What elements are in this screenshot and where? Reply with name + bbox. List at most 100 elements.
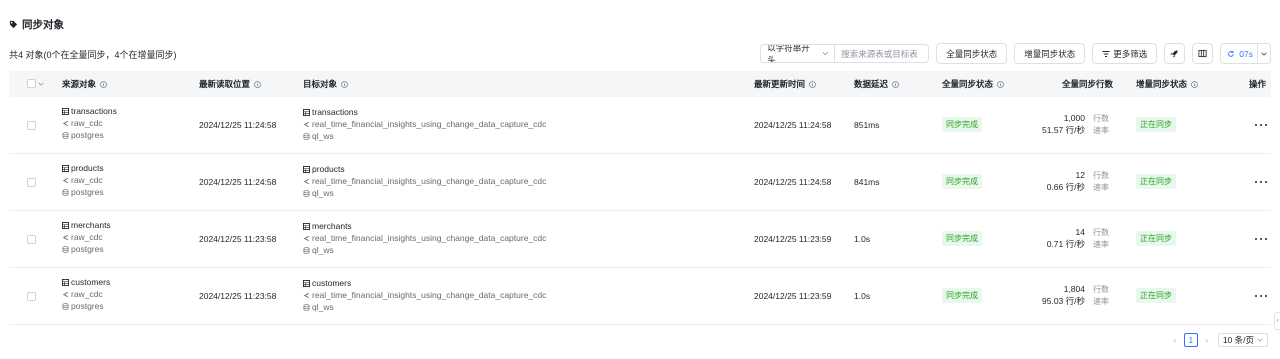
source-table[interactable]: transactions (62, 107, 117, 116)
target-database: ql_ws (303, 246, 546, 255)
quick-action-button[interactable] (1164, 43, 1186, 64)
target-object: customers real_time_financial_insights_u… (303, 279, 546, 312)
schema-icon (303, 121, 309, 128)
full-sync-status-cell: 同步完成 (942, 288, 982, 303)
target-schema-name: real_time_financial_insights_using_chang… (312, 290, 547, 300)
col-target[interactable]: 目标对象 (303, 71, 348, 97)
incr-sync-status-cell: 正在同步 (1136, 231, 1176, 246)
col-latency-label: 数据延迟 (854, 79, 889, 89)
col-incr-status[interactable]: 增量同步状态 (1136, 71, 1198, 97)
status-badge: 正在同步 (1136, 117, 1176, 132)
more-icon[interactable] (1255, 238, 1267, 240)
last-read-position: 2024/12/25 11:23:58 (199, 234, 277, 244)
chevron-left-icon[interactable]: ‹ (1170, 335, 1180, 345)
source-table-name: merchants (71, 220, 111, 230)
target-schema: real_time_financial_insights_using_chang… (303, 291, 546, 300)
database-icon (62, 132, 69, 139)
auto-refresh-control[interactable]: 07s (1220, 43, 1271, 64)
col-full-rows[interactable]: 全量同步行数 (1062, 71, 1113, 97)
sync-rate-unit: 速率 (1093, 183, 1109, 192)
chevron-down-icon (1261, 52, 1267, 56)
target-table[interactable]: transactions (303, 108, 546, 117)
last-update-time: 2024/12/25 11:24:58 (754, 177, 832, 187)
sync-rate: 95.03 行/秒 (1042, 296, 1085, 306)
row-count: 1,804 (1063, 284, 1085, 294)
table-row[interactable]: merchants raw_cdc postgres 2024/12/25 11… (9, 211, 1271, 268)
collapse-handle-icon[interactable]: ‹ (1274, 312, 1280, 330)
source-database: postgres (62, 188, 104, 197)
incr-sync-status-filter-button[interactable]: 增量同步状态 (1014, 43, 1086, 64)
table-row[interactable]: customers raw_cdc postgres 2024/12/25 11… (9, 268, 1271, 325)
source-db-name: postgres (71, 244, 104, 254)
more-icon[interactable] (1255, 295, 1267, 297)
table-row[interactable]: products raw_cdc postgres 2024/12/25 11:… (9, 154, 1271, 211)
source-schema-name: raw_cdc (71, 289, 103, 299)
info-icon[interactable] (892, 80, 899, 88)
select-all-checkbox[interactable] (27, 79, 36, 88)
info-icon[interactable] (1191, 80, 1198, 88)
more-icon[interactable] (1255, 124, 1267, 126)
row-checkbox[interactable] (27, 292, 36, 301)
target-table[interactable]: merchants (303, 222, 546, 231)
last-update-time: 2024/12/25 11:24:58 (754, 120, 832, 130)
target-database: ql_ws (303, 189, 546, 198)
col-full-status[interactable]: 全量同步状态 (942, 71, 1004, 97)
col-last-update[interactable]: 最新更新时间 (754, 71, 816, 97)
status-badge: 正在同步 (1136, 288, 1176, 303)
database-icon (303, 190, 310, 197)
last-read-position: 2024/12/25 11:24:58 (199, 120, 277, 130)
table-icon (62, 222, 69, 229)
target-table-name: merchants (312, 221, 352, 231)
database-icon (303, 304, 310, 311)
source-table[interactable]: products (62, 164, 104, 173)
rocket-icon (1170, 50, 1178, 58)
incr-sync-status-cell: 正在同步 (1136, 117, 1176, 132)
source-table[interactable]: merchants (62, 221, 111, 230)
refresh-interval-dropdown[interactable] (1257, 44, 1270, 63)
incr-sync-status-cell: 正在同步 (1136, 288, 1176, 303)
target-table[interactable]: products (303, 165, 546, 174)
page-size-select[interactable]: 10 条/页 (1217, 333, 1268, 347)
refresh-icon (1228, 50, 1235, 57)
database-icon (303, 247, 310, 254)
info-icon[interactable] (254, 80, 261, 88)
row-checkbox[interactable] (27, 235, 36, 244)
source-schema-name: raw_cdc (71, 232, 103, 242)
more-filter-button[interactable]: 更多筛选 (1092, 43, 1158, 64)
info-icon[interactable] (809, 80, 816, 88)
more-icon[interactable] (1255, 181, 1267, 183)
column-settings-button[interactable] (1192, 43, 1214, 64)
data-latency: 841ms (854, 177, 880, 187)
row-checkbox[interactable] (27, 121, 36, 130)
database-icon (62, 303, 69, 310)
col-source[interactable]: 来源对象 (62, 71, 107, 97)
info-icon[interactable] (341, 80, 348, 88)
row-checkbox[interactable] (27, 178, 36, 187)
target-schema: real_time_financial_insights_using_chang… (303, 234, 546, 243)
last-update-time: 2024/12/25 11:23:59 (754, 234, 832, 244)
table-row[interactable]: transactions raw_cdc postgres 2024/12/25… (9, 97, 1271, 154)
chevron-down-icon[interactable] (38, 81, 44, 87)
page-number-current[interactable]: 1 (1183, 333, 1198, 347)
search-mode-select[interactable]: 以字符串开头 (761, 45, 836, 62)
target-schema-name: real_time_financial_insights_using_chang… (312, 233, 547, 243)
search-input[interactable] (835, 45, 929, 62)
source-schema: raw_cdc (62, 119, 117, 128)
chevron-right-icon[interactable]: › (1202, 335, 1212, 345)
full-sync-status-filter-button[interactable]: 全量同步状态 (936, 43, 1008, 64)
select-all-control[interactable] (27, 79, 44, 88)
col-latency[interactable]: 数据延迟 (854, 71, 899, 97)
full-sync-status-cell: 同步完成 (942, 117, 982, 132)
col-last-read-label: 最新读取位置 (199, 79, 251, 89)
row-count: 14 (1075, 227, 1085, 237)
target-db-name: ql_ws (312, 302, 334, 312)
info-icon[interactable] (997, 80, 1004, 88)
target-db-name: ql_ws (312, 131, 334, 141)
last-read-position: 2024/12/25 11:23:58 (199, 291, 277, 301)
col-incr-status-label: 增量同步状态 (1136, 79, 1188, 89)
col-last-read[interactable]: 最新读取位置 (199, 71, 261, 97)
target-table[interactable]: customers (303, 279, 546, 288)
last-read-position: 2024/12/25 11:24:58 (199, 177, 277, 187)
info-icon[interactable] (100, 80, 107, 88)
source-table[interactable]: customers (62, 278, 110, 287)
